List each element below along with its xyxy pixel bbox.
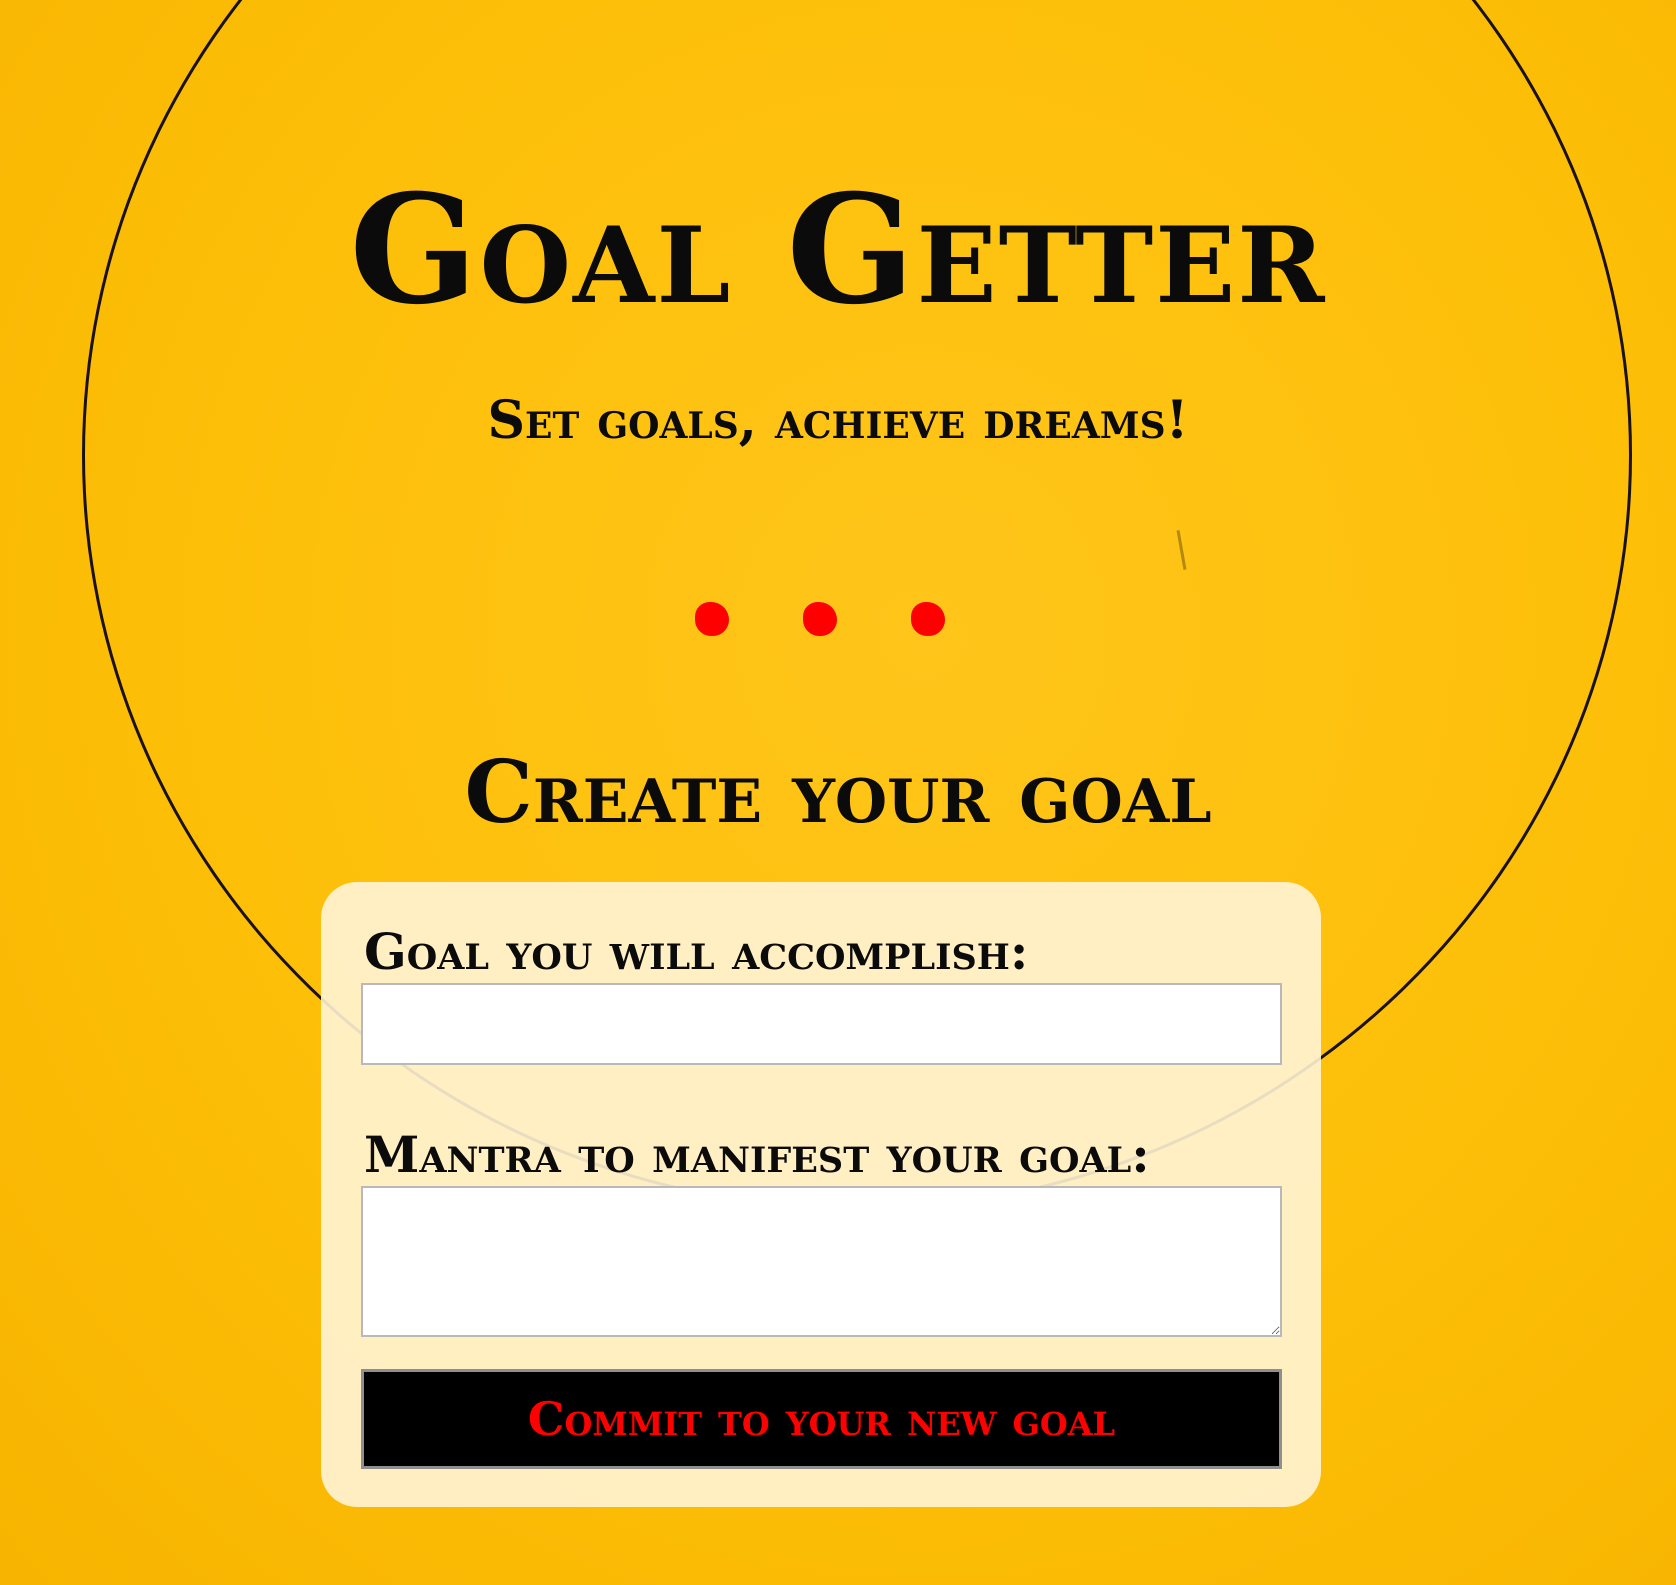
mantra-field-label: Mantra to manifest your goal: <box>364 1125 1150 1184</box>
loading-dot <box>803 602 837 636</box>
create-goal-heading: Create your goal <box>464 742 1212 843</box>
goal-input[interactable] <box>361 983 1282 1065</box>
app-tagline: Set goals, achieve dreams! <box>487 390 1189 451</box>
loading-dot <box>911 602 945 636</box>
app-title: Goal Getter <box>349 162 1327 338</box>
loading-dot <box>695 602 729 636</box>
mantra-textarea[interactable] <box>361 1186 1282 1337</box>
background-mark-decoration <box>1176 530 1187 570</box>
goal-field-label: Goal you will accomplish: <box>364 922 1029 981</box>
goal-form: Goal you will accomplish: Mantra to mani… <box>321 882 1321 1507</box>
loading-dots-indicator <box>690 602 950 642</box>
commit-goal-button[interactable]: Commit to your new goal <box>361 1369 1282 1469</box>
